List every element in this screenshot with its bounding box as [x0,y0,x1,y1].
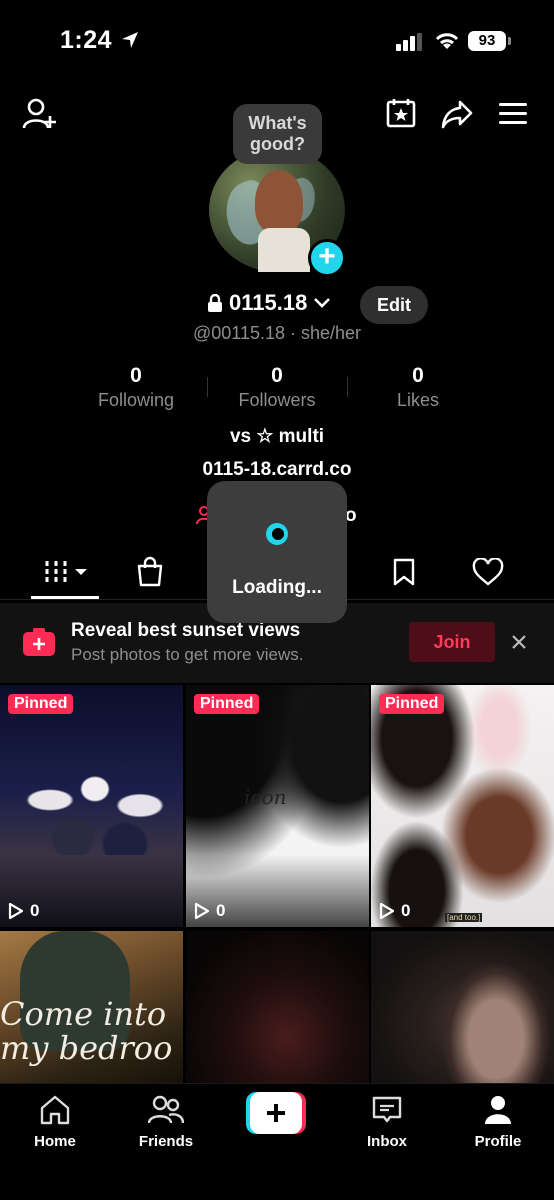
status-bubble[interactable]: What's good? [233,104,322,164]
promo-title: Reveal best sunset views [71,620,301,641]
tile-tag: [and too.] [445,913,483,922]
pinned-badge: Pinned [379,694,445,714]
chevron-down-icon [314,298,331,308]
username: 0115.18 [229,290,308,315]
video-tile[interactable] [371,931,554,1083]
add-story-button[interactable]: + [308,239,346,277]
video-tile[interactable] [186,931,369,1083]
menu-icon[interactable] [499,102,529,126]
nav-friends[interactable]: Friends [111,1094,221,1150]
signal-icon [396,33,422,51]
profile-icon [485,1096,511,1124]
tab-indicator [31,596,99,599]
avatar-detail [258,228,310,272]
video-tile[interactable]: [and too.] Pinned 0 [371,685,554,927]
location-arrow-icon [121,32,138,48]
tile-caption: Come into my bedroo [0,995,173,1067]
username-switcher[interactable]: 0115.18 [207,290,331,316]
play-icon [379,902,395,920]
pinned-badge: Pinned [8,694,74,714]
view-count: 0 [194,901,225,921]
promo-subtitle: Post photos to get more views. [71,645,304,664]
nav-home[interactable]: Home [0,1094,110,1150]
calendar-star-icon[interactable] [385,97,417,129]
stat-following[interactable]: 0 Following [66,364,206,411]
battery-indicator: 93 [468,31,511,51]
shop-bag-icon[interactable] [135,556,165,588]
join-button[interactable]: Join [409,622,495,662]
home-icon [40,1095,70,1125]
loading-text: Loading... [232,577,322,598]
nav-profile[interactable]: Profile [443,1094,553,1150]
thumbnail-art [371,685,554,927]
avatar-detail [255,170,303,234]
add-friend-icon[interactable] [22,97,58,131]
wifi-icon [435,33,459,49]
stat-likes[interactable]: 0 Likes [348,364,488,411]
thumbnail-art [20,745,170,855]
photo-plus-icon [23,628,55,656]
view-count: 0 [379,901,410,921]
play-icon [194,902,210,920]
videos-grid-icon[interactable] [43,559,89,585]
handle-pronouns: @00115.18 · she/her [192,323,362,343]
status-time: 1:24 [60,26,140,55]
create-post-button[interactable] [246,1092,306,1134]
loading-overlay: Loading... [207,481,347,623]
play-icon [8,902,24,920]
close-icon[interactable] [511,634,527,650]
view-count: 0 [8,901,39,921]
friends-icon [147,1095,185,1124]
bio: vs ☆ multi [229,426,325,447]
tile-caption: icon [244,785,287,809]
video-tile[interactable]: Pinned 0 [0,685,183,927]
video-tile[interactable]: Come into my bedroo [0,931,183,1083]
video-tile[interactable]: icon Pinned 0 [186,685,369,927]
spinner-icon [266,523,288,545]
liked-heart-icon[interactable] [472,558,504,586]
share-icon[interactable] [440,98,474,130]
nav-inbox[interactable]: Inbox [332,1094,442,1150]
inbox-icon [372,1096,402,1123]
pinned-badge: Pinned [194,694,260,714]
profile-link[interactable]: 0115-18.carrd.co [0,459,554,481]
stat-followers[interactable]: 0 Followers [207,364,347,411]
bookmark-icon[interactable] [392,557,416,587]
lock-icon [208,294,222,312]
thumbnail-art [441,961,551,1083]
edit-profile-button[interactable]: Edit [360,286,428,324]
